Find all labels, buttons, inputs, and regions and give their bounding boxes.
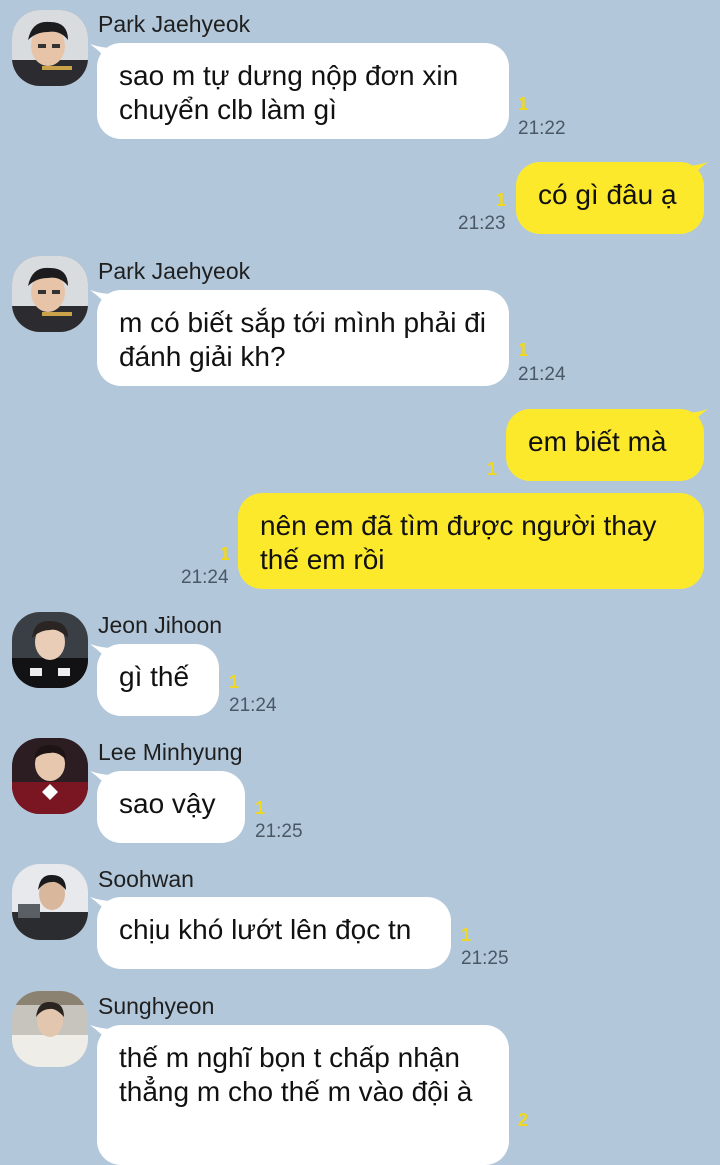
- message-time: 21:25: [255, 821, 303, 842]
- bubble-tail: [686, 162, 708, 184]
- message-bubble[interactable]: có gì đâu ạ: [516, 162, 704, 234]
- message-bubble[interactable]: gì thế: [97, 644, 219, 716]
- message-time: 21:24: [518, 364, 566, 385]
- avatar[interactable]: [12, 991, 88, 1067]
- message-incoming: Jeon Jihoon gì thế 1 21:24: [0, 604, 720, 734]
- message-time: 21:22: [518, 118, 566, 139]
- avatar-photo-icon: [12, 10, 88, 86]
- unread-count: 1: [220, 544, 231, 564]
- message-incoming: Soohwan chịu khó lướt lên đọc tn 1 21:25: [0, 860, 720, 986]
- message-bubble[interactable]: em biết mà: [506, 409, 704, 481]
- avatar[interactable]: [12, 256, 88, 332]
- unread-count: 1: [518, 94, 529, 114]
- message-bubble[interactable]: sao m tự dưng nộp đơn xin chuyển clb làm…: [97, 43, 509, 139]
- message-time: 21:24: [229, 695, 277, 716]
- avatar-photo-icon: [12, 991, 88, 1067]
- message-incoming: Sunghyeon thế m nghĩ bọn t chấp nhận thẳ…: [0, 986, 720, 1165]
- unread-count: 1: [487, 459, 498, 479]
- unread-count: 1: [255, 798, 266, 818]
- message-time: 21:24: [181, 567, 229, 588]
- avatar-photo-icon: [12, 864, 88, 940]
- message-bubble[interactable]: chịu khó lướt lên đọc tn: [97, 897, 451, 969]
- unread-count: 1: [229, 672, 240, 692]
- message-time: 21:25: [461, 948, 509, 969]
- sender-name: Soohwan: [98, 866, 194, 892]
- message-outgoing: 1 21:24 nên em đã tìm được người thay th…: [0, 484, 720, 604]
- message-outgoing: 1 em biết mà: [0, 400, 720, 484]
- avatar[interactable]: [12, 612, 88, 688]
- avatar[interactable]: [12, 738, 88, 814]
- message-bubble[interactable]: m có biết sắp tới mình phải đi đánh giải…: [97, 290, 509, 386]
- avatar-photo-icon: [12, 256, 88, 332]
- sender-name: Park Jaehyeok: [98, 11, 251, 37]
- chat-screen: { "colors": { "background": "#b2c7da", "…: [0, 0, 720, 1165]
- avatar-photo-icon: [12, 612, 88, 688]
- avatar[interactable]: [12, 864, 88, 940]
- message-incoming: Park Jaehyeok sao m tự dưng nộp đơn xin …: [0, 0, 720, 150]
- message-time: 21:23: [458, 213, 506, 234]
- sender-name: Jeon Jihoon: [98, 612, 223, 638]
- message-outgoing: 1 21:23 có gì đâu ạ: [0, 150, 720, 250]
- sender-name: Park Jaehyeok: [98, 258, 251, 284]
- unread-count: 1: [496, 190, 507, 210]
- message-bubble[interactable]: nên em đã tìm được người thay thế em rồi: [238, 493, 704, 589]
- avatar[interactable]: [12, 10, 88, 86]
- message-bubble[interactable]: thế m nghĩ bọn t chấp nhận thẳng m cho t…: [97, 1025, 509, 1165]
- message-incoming: Park Jaehyeok m có biết sắp tới mình phả…: [0, 250, 720, 400]
- avatar-photo-icon: [12, 738, 88, 814]
- sender-name: Sunghyeon: [98, 993, 215, 1019]
- unread-count: 1: [461, 925, 472, 945]
- message-bubble[interactable]: sao vậy: [97, 771, 245, 843]
- unread-count: 1: [518, 340, 529, 360]
- bubble-tail: [686, 409, 708, 431]
- message-incoming: Lee Minhyung sao vậy 1 21:25: [0, 734, 720, 860]
- sender-name: Lee Minhyung: [98, 739, 243, 765]
- unread-count: 2: [518, 1110, 529, 1130]
